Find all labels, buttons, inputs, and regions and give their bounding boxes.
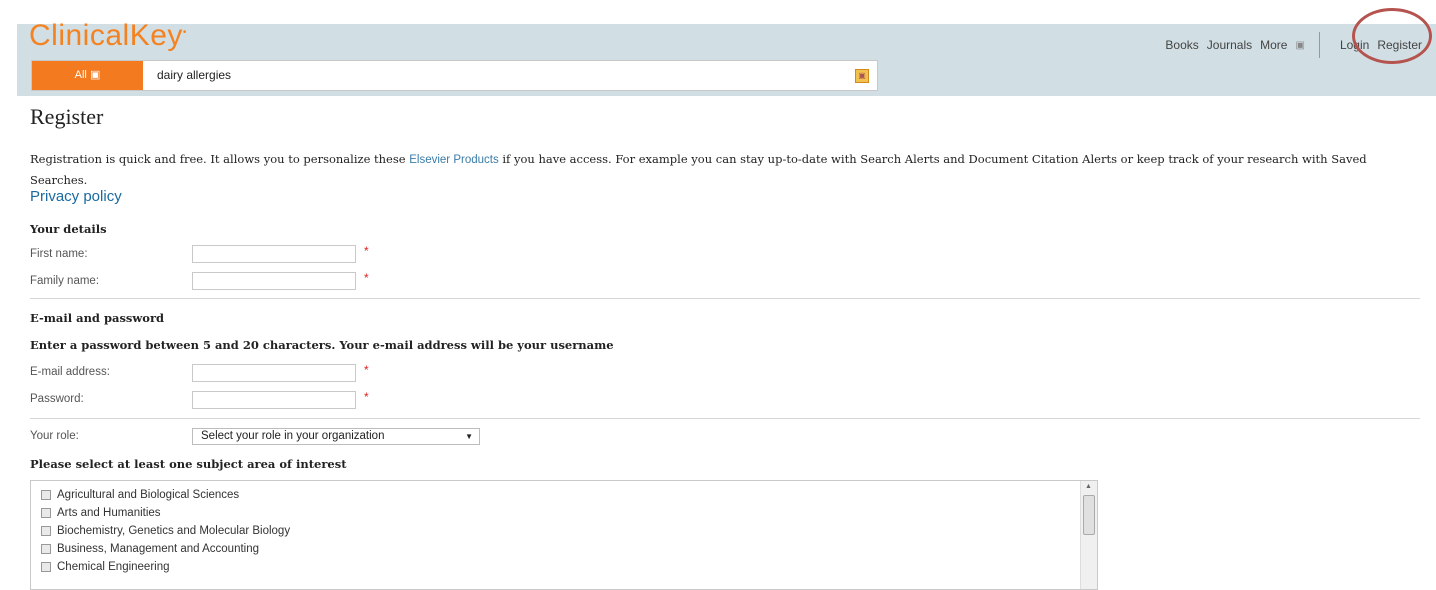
email-label: E-mail address: <box>30 366 110 378</box>
password-instruction: Enter a password between 5 and 20 charac… <box>30 338 614 352</box>
search-icon[interactable]: ▣ <box>855 69 869 83</box>
list-item[interactable]: Agricultural and Biological Sciences <box>41 489 239 501</box>
search-scope-label: All <box>74 69 87 81</box>
required-marker: * <box>364 244 369 258</box>
list-item[interactable]: Chemical Engineering <box>41 561 170 573</box>
search-scope-dropdown[interactable]: All ▣ <box>32 61 143 90</box>
scroll-up-icon[interactable]: ▲ <box>1085 483 1092 490</box>
password-input[interactable] <box>192 391 356 409</box>
subject-area-heading: Please select at least one subject area … <box>30 457 347 471</box>
checkbox[interactable] <box>41 544 51 554</box>
role-label: Your role: <box>30 430 79 442</box>
email-password-heading: E-mail and password <box>30 311 165 325</box>
nav-more[interactable]: More <box>1260 38 1287 52</box>
page-title: Register <box>30 104 104 129</box>
list-item[interactable]: Arts and Humanities <box>41 507 161 519</box>
subject-area-list[interactable]: Agricultural and Biological Sciences Art… <box>30 480 1098 590</box>
scrollbar[interactable]: ▲ <box>1080 481 1097 589</box>
privacy-policy-link[interactable]: Privacy policy <box>30 188 122 205</box>
family-name-label: Family name: <box>30 275 100 287</box>
nav-books[interactable]: Books <box>1165 38 1198 52</box>
intro-text-start: Registration is quick and free. It allow… <box>30 152 410 166</box>
required-marker: * <box>364 363 369 377</box>
more-dropdown-icon[interactable]: ▣ <box>1295 40 1304 51</box>
list-item[interactable]: Business, Management and Accounting <box>41 543 259 555</box>
checkbox[interactable] <box>41 562 51 572</box>
list-item-label: Business, Management and Accounting <box>57 543 260 555</box>
first-name-label: First name: <box>30 248 88 260</box>
register-highlight-circle <box>1352 8 1432 64</box>
clinicalkey-logo[interactable]: ClinicalKey• <box>29 19 187 53</box>
nav-journals[interactable]: Journals <box>1207 38 1252 52</box>
search-input[interactable]: dairy allergies <box>157 68 231 82</box>
scope-dropdown-icon: ▣ <box>89 69 101 81</box>
list-item-label: Chemical Engineering <box>57 561 170 573</box>
password-label: Password: <box>30 393 84 405</box>
email-input[interactable] <box>192 364 356 382</box>
first-name-input[interactable] <box>192 245 356 263</box>
list-item[interactable]: Biochemistry, Genetics and Molecular Bio… <box>41 525 290 537</box>
checkbox[interactable] <box>41 490 51 500</box>
top-header: ClinicalKey• Books Journals More ▣ Login… <box>17 19 1436 96</box>
logo-mark: • <box>182 27 187 38</box>
checkbox[interactable] <box>41 508 51 518</box>
checkbox[interactable] <box>41 526 51 536</box>
chevron-down-icon: ▼ <box>465 432 473 441</box>
divider <box>30 418 1420 419</box>
divider <box>30 298 1420 299</box>
required-marker: * <box>364 271 369 285</box>
family-name-input[interactable] <box>192 272 356 290</box>
role-select[interactable]: Select your role in your organization ▼ <box>192 428 480 445</box>
your-details-heading: Your details <box>30 222 107 236</box>
search-bar: All ▣ dairy allergies ▣ <box>31 60 878 91</box>
role-selected-value: Select your role in your organization <box>201 430 385 442</box>
intro-text: Registration is quick and free. It allow… <box>30 149 1400 190</box>
nav-divider <box>1318 32 1320 58</box>
list-item-label: Arts and Humanities <box>57 507 161 519</box>
elsevier-products-link[interactable]: Elsevier Products <box>409 154 498 166</box>
required-marker: * <box>364 390 369 404</box>
list-item-label: Agricultural and Biological Sciences <box>57 489 240 501</box>
list-item-label: Biochemistry, Genetics and Molecular Bio… <box>57 525 291 537</box>
logo-text: ClinicalKey <box>29 19 183 52</box>
scroll-thumb[interactable] <box>1083 495 1095 535</box>
